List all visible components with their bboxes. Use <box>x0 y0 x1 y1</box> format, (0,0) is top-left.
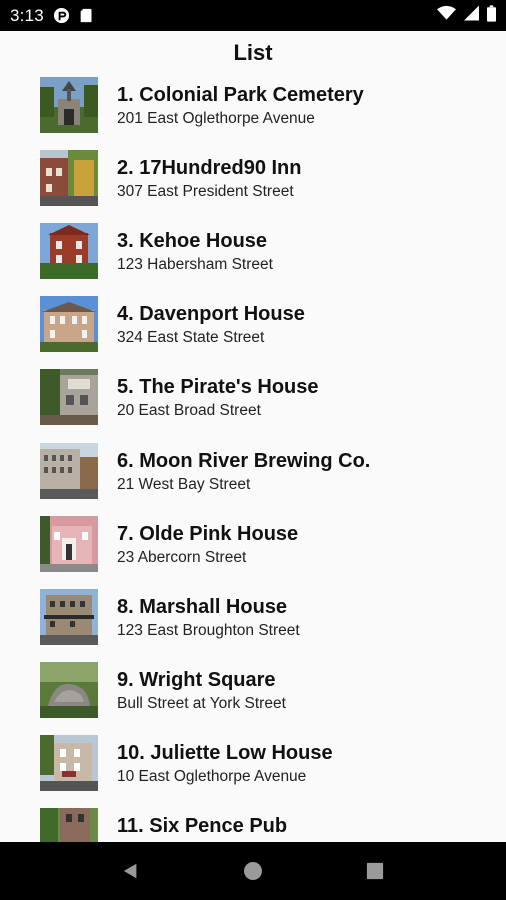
status-left: 3:13 <box>10 6 96 26</box>
status-right <box>437 4 496 27</box>
place-address: 201 East Oglethorpe Avenue <box>117 110 315 127</box>
place-thumbnail <box>40 516 98 572</box>
place-thumbnail <box>40 735 98 791</box>
list-item[interactable]: 5. The Pirate's House 20 East Broad Stre… <box>0 369 506 427</box>
place-name: 5. The Pirate's House <box>117 376 319 398</box>
home-icon[interactable] <box>238 856 268 886</box>
screen: 3:13 List 1. Colonial Park Cemetery 201 … <box>0 0 506 900</box>
recents-icon[interactable] <box>360 856 390 886</box>
navigation-bar <box>0 842 506 900</box>
place-thumbnail <box>40 662 98 718</box>
list-item[interactable]: 7. Olde Pink House 23 Abercorn Street <box>0 516 506 574</box>
place-thumbnail <box>40 443 98 499</box>
place-thumbnail <box>40 77 98 133</box>
place-name: 10. Juliette Low House <box>117 742 333 764</box>
list-item[interactable]: 1. Colonial Park Cemetery 201 East Oglet… <box>0 77 506 135</box>
place-address: 307 East President Street <box>117 183 294 200</box>
sd-card-icon <box>79 7 96 24</box>
place-thumbnail <box>40 296 98 352</box>
place-address: Bull Street at York Street <box>117 695 286 712</box>
place-thumbnail <box>40 223 98 279</box>
place-address: 10 East Oglethorpe Avenue <box>117 768 307 785</box>
place-address: 324 East State Street <box>117 329 265 346</box>
list-item[interactable]: 6. Moon River Brewing Co. 21 West Bay St… <box>0 443 506 501</box>
list-item[interactable]: 2. 17Hundred90 Inn 307 East President St… <box>0 150 506 208</box>
back-icon[interactable] <box>116 856 146 886</box>
place-name: 2. 17Hundred90 Inn <box>117 157 302 179</box>
place-thumbnail <box>40 369 98 425</box>
list-item[interactable]: 3. Kehoe House 123 Habersham Street <box>0 223 506 281</box>
page-title: List <box>233 40 273 65</box>
list-item[interactable]: 9. Wright Square Bull Street at York Str… <box>0 662 506 720</box>
place-name: 7. Olde Pink House <box>117 523 299 545</box>
place-thumbnail <box>40 589 98 645</box>
place-address: 123 Habersham Street <box>117 256 273 273</box>
place-name: 9. Wright Square <box>117 669 276 691</box>
place-address: 23 Abercorn Street <box>117 549 247 566</box>
place-name: 1. Colonial Park Cemetery <box>117 84 364 106</box>
place-name: 4. Davenport House <box>117 303 305 325</box>
list-item[interactable]: 10. Juliette Low House 10 East Oglethorp… <box>0 735 506 793</box>
place-name: 11. Six Pence Pub <box>117 815 288 837</box>
app-notification-icon <box>53 7 70 24</box>
place-address: 123 East Broughton Street <box>117 622 300 639</box>
place-name: 3. Kehoe House <box>117 230 268 252</box>
wifi-icon <box>437 5 456 26</box>
place-name: 6. Moon River Brewing Co. <box>117 450 371 472</box>
place-thumbnail <box>40 150 98 206</box>
battery-icon <box>487 4 496 27</box>
place-name: 8. Marshall House <box>117 596 288 618</box>
list-item[interactable]: 8. Marshall House 123 East Broughton Str… <box>0 589 506 647</box>
list-item[interactable]: 4. Davenport House 324 East State Street <box>0 296 506 354</box>
cell-signal-icon <box>464 5 479 26</box>
place-address: 20 East Broad Street <box>117 402 261 419</box>
place-address: 21 West Bay Street <box>117 476 251 493</box>
status-time: 3:13 <box>10 5 44 25</box>
status-bar: 3:13 <box>0 0 506 31</box>
